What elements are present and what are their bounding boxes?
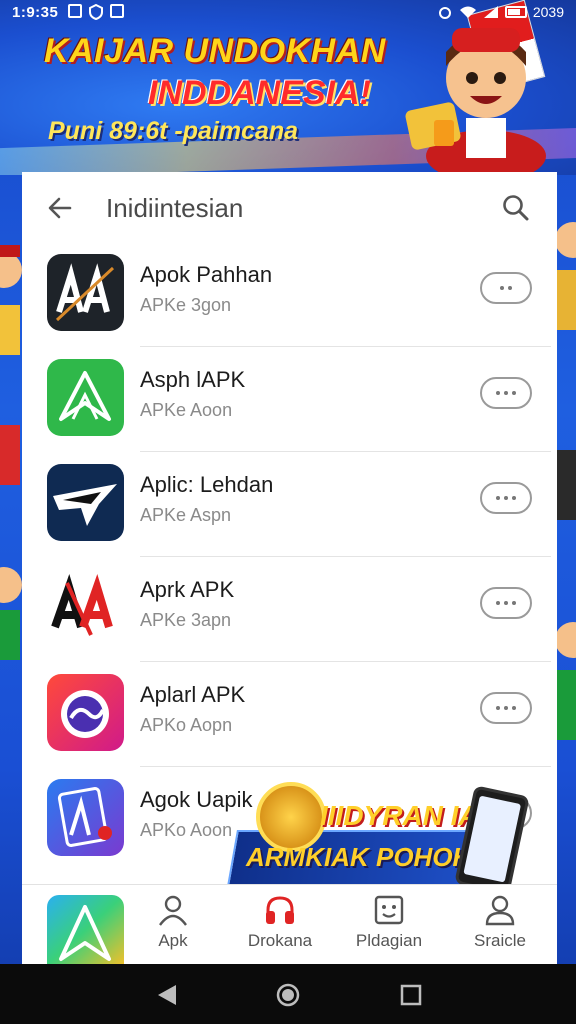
app-list-card: Inidiintesian Apok Pahhan APKe 3gon Asph… [22,172,557,964]
app-icon-gradient-circle [47,674,124,751]
dot-icon [496,601,500,605]
dot-icon [500,286,504,290]
side-cartoon-left-icon [0,245,22,660]
more-options-button[interactable] [480,692,532,724]
app-subtitle: APKe Aspn [140,505,232,525]
status-time: 1:9:35 [12,3,59,21]
shield-icon [89,4,104,20]
status-bar: 1:9:35 2039 [0,0,576,24]
app-icon-green-a [47,359,124,436]
banner-headline-2: INDDANESIA! [148,74,371,112]
app-name: Asph lAPK [140,367,246,392]
dot-icon [512,391,516,395]
mascot-character-icon [405,28,546,173]
headphones-icon [266,896,294,924]
dot-icon [512,496,516,500]
home-circle-icon[interactable] [275,982,301,1008]
dot-icon [496,391,500,395]
dot-icon [504,496,508,500]
dot-icon [504,391,508,395]
nav-label: Pldagian [355,931,423,950]
back-triangle-icon[interactable] [154,982,180,1008]
search-icon[interactable] [500,192,532,224]
dot-icon [512,601,516,605]
list-item[interactable]: Aprk APK APKe 3apn [22,557,557,662]
nav-label: Apk [158,931,188,950]
app-subtitle: APKo Aopn [140,715,233,735]
app-icon-blue-a [47,779,124,856]
battery-icon [504,6,527,18]
banner-headline: KAIJAR UNDOKHAN [44,32,386,70]
nav-item-pldagian[interactable]: Pldagian [339,893,439,963]
wifi-icon [459,6,476,18]
more-options-button[interactable] [480,482,532,514]
dot-icon [508,286,512,290]
bottom-nav: Apk Drokana Pldagian Sraicle [22,884,557,964]
app-name: Aprk APK [140,577,235,602]
alarm-icon [438,7,451,19]
app-name: Aplarl APK [140,682,246,707]
nav-label: Sraicle [474,931,526,950]
app-icon-red-aa [47,569,124,646]
nav-item-drokana[interactable]: Drokana [230,893,330,963]
app-subtitle: APKo Aoon [140,820,233,840]
dot-icon [512,706,516,710]
list-item[interactable]: Asph lAPK APKe Aoon [22,347,557,452]
side-cartoon-right-icon [557,222,576,740]
system-nav-bar [0,964,576,1024]
profile-icon [485,895,515,926]
app-name: Apok Pahhan [140,262,273,287]
app-logo-icon[interactable] [47,895,124,964]
dot-icon [496,706,500,710]
more-options-button[interactable] [480,377,532,409]
more-options-button[interactable] [480,272,532,304]
nav-item-apk[interactable]: Apk [123,893,223,963]
nav-item-sraicle[interactable]: Sraicle [450,893,550,963]
message-icon [110,4,125,18]
app-subtitle: APKe 3gon [140,295,232,315]
dot-icon [496,496,500,500]
list-item[interactable]: Apok Pahhan APKe 3gon [22,242,557,347]
promo-banner[interactable]: KAIJAR UNDOKHAN INDDANESIA! Puni 89:6t -… [0,0,576,175]
notification-icon [68,4,83,18]
promo-line-2: ARMKIAK POHOH [246,842,472,872]
app-name: Aplic: Lehdan [140,472,274,497]
app-subtitle: APKe Aoon [140,400,233,420]
list-item[interactable]: Aplic: Lehdan APKe Aspn [22,452,557,557]
page-title: Inidiintesian [106,193,244,223]
list-item[interactable]: Aplarl APK APKo Aopn [22,662,557,767]
signal-icon [483,6,498,18]
promo-overlay[interactable]: IIIDYRAN IAN ARMKIAK POHOH [227,780,552,895]
nav-label: Drokana [247,931,313,950]
back-arrow-icon[interactable] [44,192,76,224]
more-options-button[interactable] [480,587,532,619]
app-icon-aa-dark [47,254,124,331]
dot-icon [504,601,508,605]
app-icon-jet [47,464,124,541]
toolbar: Inidiintesian [22,172,557,242]
banner-subtitle: Puni 89:6t -paimcana [48,117,299,145]
recents-square-icon[interactable] [398,982,424,1008]
face-frame-icon [374,895,404,925]
battery-text: 2039 [532,4,564,20]
dot-icon [504,706,508,710]
person-icon [159,895,187,926]
app-subtitle: APKe 3apn [140,610,232,630]
